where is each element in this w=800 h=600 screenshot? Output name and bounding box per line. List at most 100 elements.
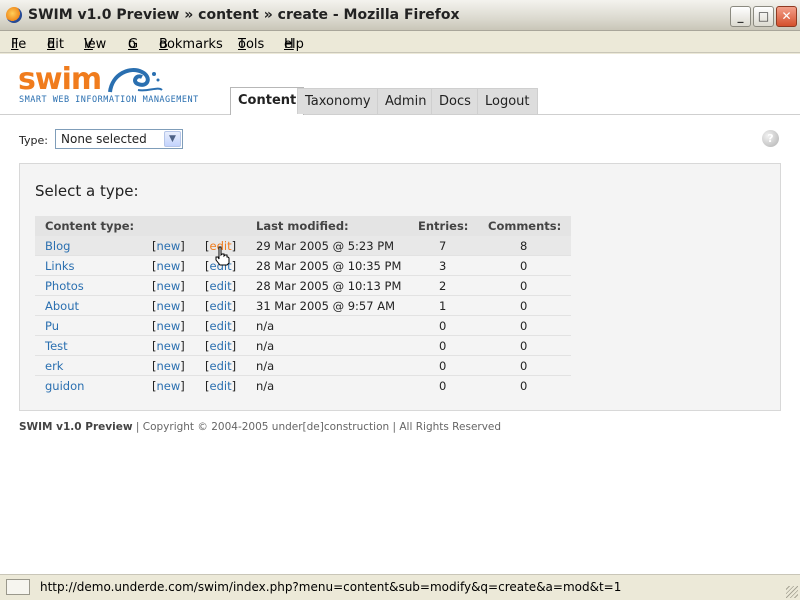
- type-name-link[interactable]: Photos: [45, 279, 84, 293]
- comments-count: 0: [520, 279, 528, 293]
- footer-copyright: | Copyright © 2004-2005 under[de]constru…: [132, 421, 502, 433]
- edit-link[interactable]: edit: [210, 339, 232, 353]
- new-action: [new]: [152, 339, 185, 353]
- maximize-button[interactable]: □: [753, 6, 774, 27]
- hand-cursor-icon: [215, 246, 230, 266]
- comments-count: 0: [520, 319, 528, 333]
- firefox-icon: [6, 7, 22, 23]
- edit-action: [edit]: [205, 339, 237, 353]
- type-name-link[interactable]: guidon: [45, 379, 84, 393]
- entries-count: 0: [439, 319, 447, 333]
- resize-grip-icon[interactable]: [786, 586, 798, 598]
- edit-link[interactable]: edit: [210, 299, 232, 313]
- window-titlebar: SWIM v1.0 Preview » content » create - M…: [0, 0, 800, 31]
- entries-count: 7: [439, 239, 447, 253]
- new-link[interactable]: new: [157, 239, 181, 253]
- type-name-link[interactable]: Pu: [45, 319, 59, 333]
- table-row: Photos [new] [edit] 28 Mar 2005 @ 10:13 …: [35, 276, 571, 296]
- window-title: SWIM v1.0 Preview » content » create - M…: [28, 7, 460, 23]
- type-name-link[interactable]: Test: [45, 339, 68, 353]
- table-row: Test [new] [edit] n/a 0 0: [35, 336, 571, 356]
- minimize-button[interactable]: _: [730, 6, 751, 27]
- edit-action: [edit]: [205, 379, 237, 393]
- table-row: Blog [new] [edit] 29 Mar 2005 @ 5:23 PM …: [35, 236, 571, 256]
- col-content-type: Content type:: [45, 219, 135, 233]
- edit-link[interactable]: edit: [210, 279, 232, 293]
- edit-action: [edit]: [205, 279, 237, 293]
- status-connection-icon: [6, 579, 30, 595]
- table-row: Links [new] [edit] 28 Mar 2005 @ 10:35 P…: [35, 256, 571, 276]
- entries-count: 0: [439, 339, 447, 353]
- comments-count: 0: [520, 379, 528, 393]
- col-last-modified: Last modified:: [256, 219, 349, 233]
- last-modified: 28 Mar 2005 @ 10:13 PM: [256, 279, 402, 293]
- new-link[interactable]: new: [157, 379, 181, 393]
- select-type-panel: Select a type: Content type: Last modifi…: [19, 163, 781, 411]
- new-action: [new]: [152, 319, 185, 333]
- new-link[interactable]: new: [157, 279, 181, 293]
- new-link[interactable]: new: [157, 319, 181, 333]
- new-action: [new]: [152, 259, 185, 273]
- entries-count: 0: [439, 379, 447, 393]
- edit-action: [edit]: [205, 299, 237, 313]
- edit-action: [edit]: [205, 359, 237, 373]
- panel-title: Select a type:: [35, 182, 139, 200]
- entries-count: 2: [439, 279, 447, 293]
- edit-link[interactable]: edit: [210, 319, 232, 333]
- type-select[interactable]: None selected ▼: [55, 129, 183, 149]
- col-entries: Entries:: [418, 219, 469, 233]
- type-name-link[interactable]: About: [45, 299, 79, 313]
- entries-count: 3: [439, 259, 447, 273]
- last-modified: n/a: [256, 339, 275, 353]
- new-action: [new]: [152, 239, 185, 253]
- new-action: [new]: [152, 279, 185, 293]
- type-name-link[interactable]: Blog: [45, 239, 70, 253]
- tab-admin[interactable]: Admin: [377, 88, 435, 114]
- tab-logout[interactable]: Logout: [477, 88, 538, 114]
- new-link[interactable]: new: [157, 299, 181, 313]
- close-button[interactable]: ✕: [776, 6, 797, 27]
- tab-content[interactable]: Content: [230, 87, 305, 115]
- last-modified: 31 Mar 2005 @ 9:57 AM: [256, 299, 395, 313]
- entries-count: 0: [439, 359, 447, 373]
- type-name-link[interactable]: erk: [45, 359, 63, 373]
- dropdown-arrow-icon[interactable]: ▼: [164, 131, 181, 147]
- type-label: Type:: [19, 134, 48, 147]
- last-modified: 29 Mar 2005 @ 5:23 PM: [256, 239, 395, 253]
- logo-tagline: SMART WEB INFORMATION MANAGEMENT: [19, 95, 199, 105]
- status-bar: http://demo.underde.com/swim/index.php?m…: [0, 574, 800, 600]
- table-row: About [new] [edit] 31 Mar 2005 @ 9:57 AM…: [35, 296, 571, 316]
- new-link[interactable]: new: [157, 259, 181, 273]
- table-row: Pu [new] [edit] n/a 0 0: [35, 316, 571, 336]
- entries-count: 1: [439, 299, 447, 313]
- new-link[interactable]: new: [157, 339, 181, 353]
- swim-logo[interactable]: swim: [18, 62, 102, 97]
- edit-link[interactable]: edit: [210, 359, 232, 373]
- last-modified: 28 Mar 2005 @ 10:35 PM: [256, 259, 402, 273]
- wave-logo-icon: [108, 68, 163, 93]
- status-url: http://demo.underde.com/swim/index.php?m…: [40, 580, 622, 594]
- edit-link[interactable]: edit: [210, 379, 232, 393]
- tab-docs[interactable]: Docs: [431, 88, 479, 114]
- col-comments: Comments:: [488, 219, 562, 233]
- last-modified: n/a: [256, 359, 275, 373]
- new-link[interactable]: new: [157, 359, 181, 373]
- table-row: erk [new] [edit] n/a 0 0: [35, 356, 571, 376]
- help-icon[interactable]: ?: [762, 130, 779, 147]
- edit-action: [edit]: [205, 319, 237, 333]
- comments-count: 0: [520, 299, 528, 313]
- page-content: swim SMART WEB INFORMATION MANAGEMENT Co…: [0, 54, 800, 574]
- last-modified: n/a: [256, 319, 275, 333]
- type-name-link[interactable]: Links: [45, 259, 75, 273]
- tab-taxonomy[interactable]: Taxonomy: [297, 88, 379, 114]
- table-header: Content type: Last modified: Entries: Co…: [35, 216, 571, 236]
- comments-count: 8: [520, 239, 528, 253]
- comments-count: 0: [520, 339, 528, 353]
- type-select-value: None selected: [61, 132, 147, 146]
- table-row: guidon [new] [edit] n/a 0 0: [35, 376, 571, 396]
- new-action: [new]: [152, 359, 185, 373]
- new-action: [new]: [152, 379, 185, 393]
- comments-count: 0: [520, 259, 528, 273]
- menu-bar: File Edit View Go Bookmarks Tools Help: [0, 31, 800, 53]
- page-footer: SWIM v1.0 Preview | Copyright © 2004-200…: [19, 421, 501, 433]
